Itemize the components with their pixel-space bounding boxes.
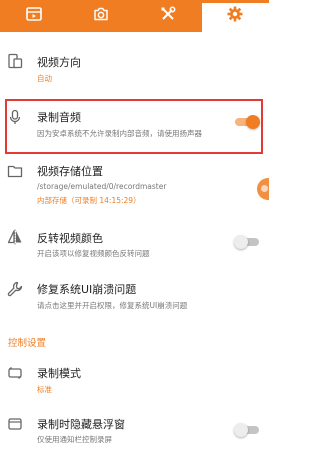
screen-rotation-icon xyxy=(7,53,23,69)
storage-location-setting[interactable]: 视频存储位置 /storage/emulated/0/recordmaster … xyxy=(0,155,269,210)
record-mode-icon xyxy=(7,365,23,381)
invert-color-setting[interactable]: 反转视频颜色 开启该项以修复视频颜色反转问题 xyxy=(0,225,269,265)
camera-icon xyxy=(92,5,110,27)
tab-tools[interactable] xyxy=(135,0,202,32)
toggle-knob xyxy=(234,423,248,437)
invert-color-desc: 开启该项以修复视频颜色反转问题 xyxy=(37,249,150,258)
hide-float-toggle[interactable] xyxy=(234,423,259,437)
gear-icon xyxy=(226,5,244,27)
tab-screenshot[interactable] xyxy=(67,0,134,32)
hide-float-setting[interactable]: 录制时隐藏悬浮窗 仅使用通知栏控制录屏 xyxy=(0,413,269,448)
record-mode-title: 录制模式 xyxy=(37,367,81,380)
toggle-knob xyxy=(234,235,248,249)
video-orientation-value: 自动 xyxy=(37,74,52,83)
fix-crash-setting[interactable]: 修复系统UI崩溃问题 请点击这里并开启权限，修复系统UI崩溃问题 xyxy=(0,277,269,317)
storage-status: 内部存储（可录制 14:15:29） xyxy=(37,196,141,205)
tab-settings[interactable] xyxy=(201,0,270,32)
video-list-icon xyxy=(25,5,43,27)
tab-videos[interactable] xyxy=(0,0,67,32)
invert-color-toggle[interactable] xyxy=(234,235,259,249)
highlight-box xyxy=(5,99,263,154)
record-mode-value: 标准 xyxy=(37,385,52,394)
storage-title: 视频存储位置 xyxy=(37,165,103,178)
fix-crash-title: 修复系统UI崩溃问题 xyxy=(37,283,137,296)
flip-icon xyxy=(7,229,23,245)
video-orientation-setting[interactable]: 视频方向 自动 xyxy=(0,45,269,90)
control-settings-header: 控制设置 xyxy=(8,338,47,349)
storage-path: /storage/emulated/0/recordmaster xyxy=(37,182,167,191)
hide-window-icon xyxy=(7,416,23,432)
video-orientation-title: 视频方向 xyxy=(37,56,81,69)
hide-float-desc: 仅使用通知栏控制录屏 xyxy=(37,435,112,444)
fix-crash-desc: 请点击这里并开启权限，修复系统UI崩溃问题 xyxy=(37,301,188,310)
folder-icon xyxy=(7,163,23,179)
hide-float-title: 录制时隐藏悬浮窗 xyxy=(37,418,125,431)
invert-color-title: 反转视频颜色 xyxy=(37,232,103,245)
wrench-icon xyxy=(7,281,23,297)
tools-icon xyxy=(159,5,177,27)
record-mode-setting[interactable]: 录制模式 标准 xyxy=(0,362,269,397)
top-tab-bar xyxy=(0,0,270,32)
